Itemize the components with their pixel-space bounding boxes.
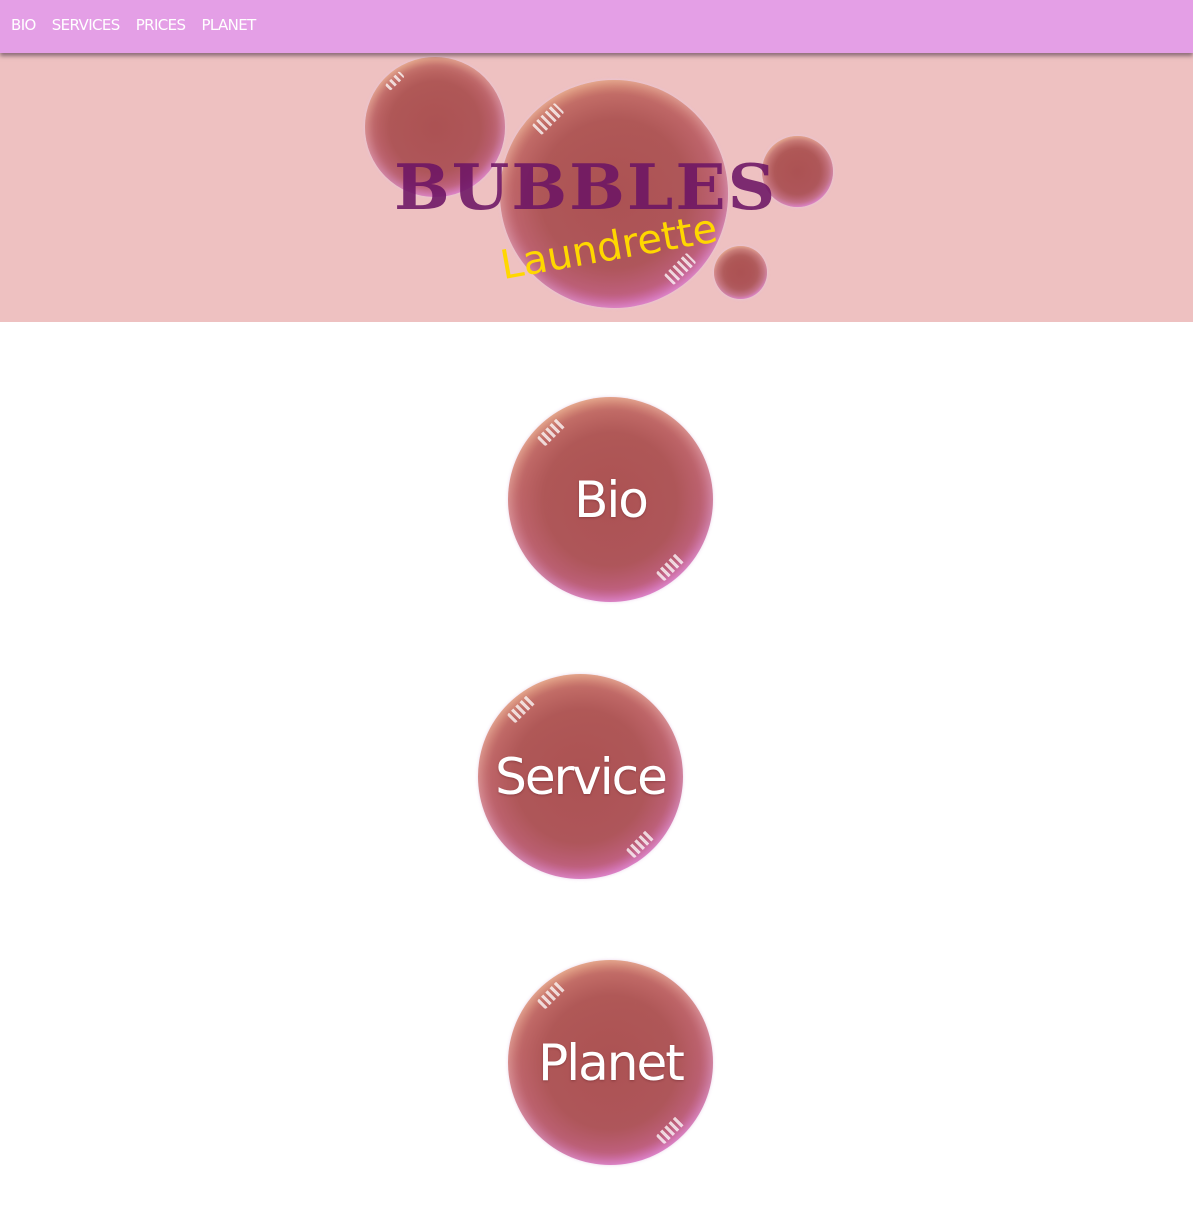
top-navigation-bar: BIO SERVICES PRICES PLANET — [0, 0, 1193, 53]
service-bubble-label: Service — [495, 747, 668, 806]
logo-title: BUBBLES — [394, 149, 778, 225]
bubble-shine-icon — [384, 70, 405, 91]
bubble-shine-icon — [625, 829, 655, 859]
planet-bubble-label: Planet — [538, 1033, 685, 1092]
decorative-bubble-tiny — [714, 246, 767, 299]
bubble-shine-icon — [536, 417, 566, 447]
nav-menu: BIO SERVICES PRICES PLANET — [11, 16, 272, 34]
bio-bubble-label: Bio — [574, 470, 649, 529]
bubble-shine-icon — [531, 102, 564, 135]
bio-bubble-button[interactable]: Bio — [508, 397, 713, 602]
nav-item-services[interactable]: SERVICES — [52, 16, 121, 34]
bubble-shine-icon — [655, 552, 685, 582]
planet-bubble-button[interactable]: Planet — [508, 960, 713, 1165]
bubble-shine-icon — [506, 694, 536, 724]
nav-item-planet[interactable]: PLANET — [201, 16, 256, 34]
service-bubble-button[interactable]: Service — [478, 674, 683, 879]
nav-item-bio[interactable]: BIO — [11, 16, 36, 34]
bubble-shine-icon — [536, 980, 566, 1010]
bubble-shine-icon — [655, 1115, 685, 1145]
nav-item-prices[interactable]: PRICES — [136, 16, 186, 34]
header-banner: BUBBLES Laundrette — [0, 53, 1193, 322]
